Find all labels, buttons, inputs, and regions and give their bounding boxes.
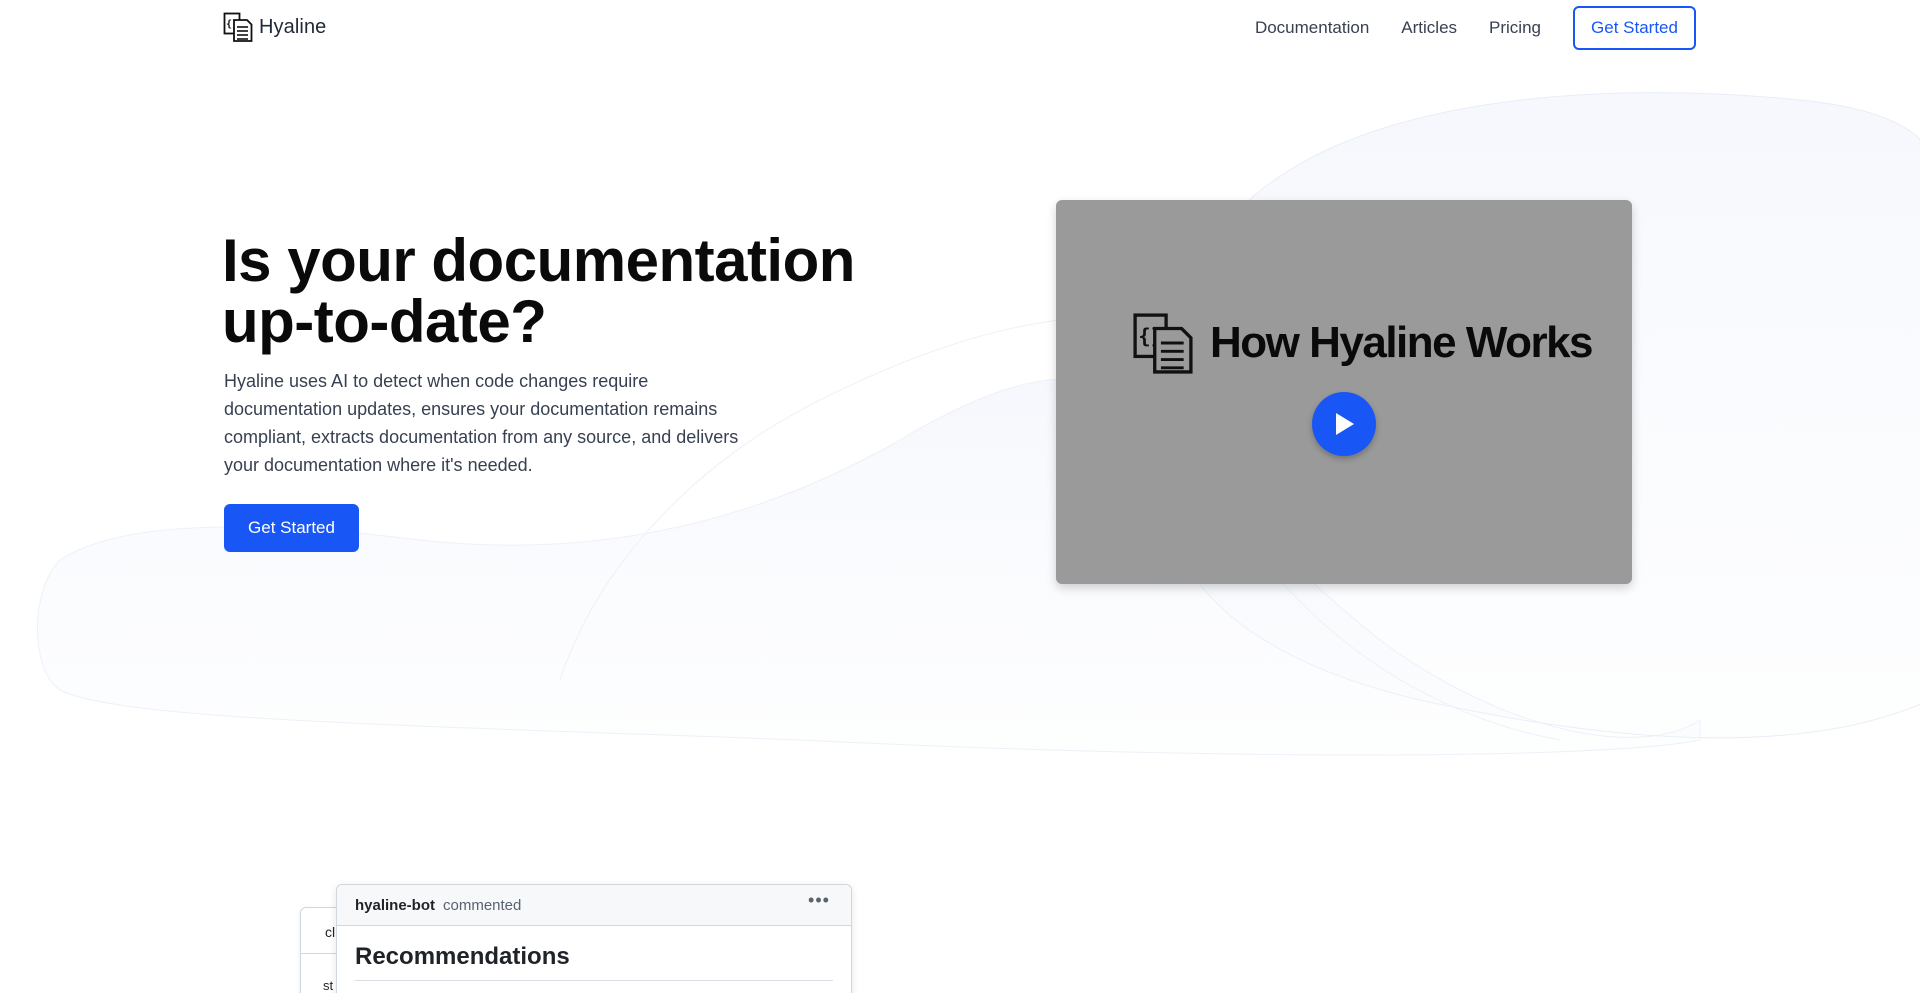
logo-link[interactable]: {} Hyaline xyxy=(223,12,326,42)
main-nav: Documentation Articles Pricing Get Start… xyxy=(1255,6,1696,50)
nav-link-pricing[interactable]: Pricing xyxy=(1489,18,1541,38)
hero-title: Is your documentation up-to-date? xyxy=(222,227,855,355)
code-document-icon: {} xyxy=(223,12,253,42)
code-document-icon: {} xyxy=(1133,313,1193,374)
comment-card-header: hyaline-bot commented ••• xyxy=(337,885,851,926)
kebab-menu-icon[interactable]: ••• xyxy=(807,891,831,913)
nav-link-documentation[interactable]: Documentation xyxy=(1255,18,1369,38)
video-brand: {} How Hyaline Works xyxy=(1132,312,1594,374)
brand-name: Hyaline xyxy=(259,15,327,38)
preview-card-back-text: st xyxy=(323,978,334,993)
site-header: {} Hyaline Documentation Articles Pricin… xyxy=(0,0,1920,56)
hero-description: Hyaline uses AI to detect when code chan… xyxy=(224,371,739,475)
background-blobs xyxy=(37,92,1920,756)
comment-card: hyaline-bot commented ••• Recommendation… xyxy=(336,884,852,993)
comment-author[interactable]: hyaline-bot xyxy=(355,897,435,914)
video-title: How Hyaline Works xyxy=(1210,318,1594,367)
play-icon xyxy=(1336,413,1354,435)
comment-action: commented xyxy=(443,897,522,914)
landing-page: {} Hyaline Documentation Articles Pricin… xyxy=(0,0,1920,993)
play-button[interactable] xyxy=(1312,392,1376,456)
hero-get-started-button[interactable]: Get Started xyxy=(224,504,359,552)
nav-link-articles[interactable]: Articles xyxy=(1401,18,1457,38)
divider xyxy=(355,980,833,981)
comment-heading: Recommendations xyxy=(355,943,570,970)
preview-card-back-text: cl xyxy=(325,924,336,940)
video-player[interactable]: {} How Hyaline Works xyxy=(1056,200,1632,584)
header-get-started-button[interactable]: Get Started xyxy=(1573,6,1696,50)
